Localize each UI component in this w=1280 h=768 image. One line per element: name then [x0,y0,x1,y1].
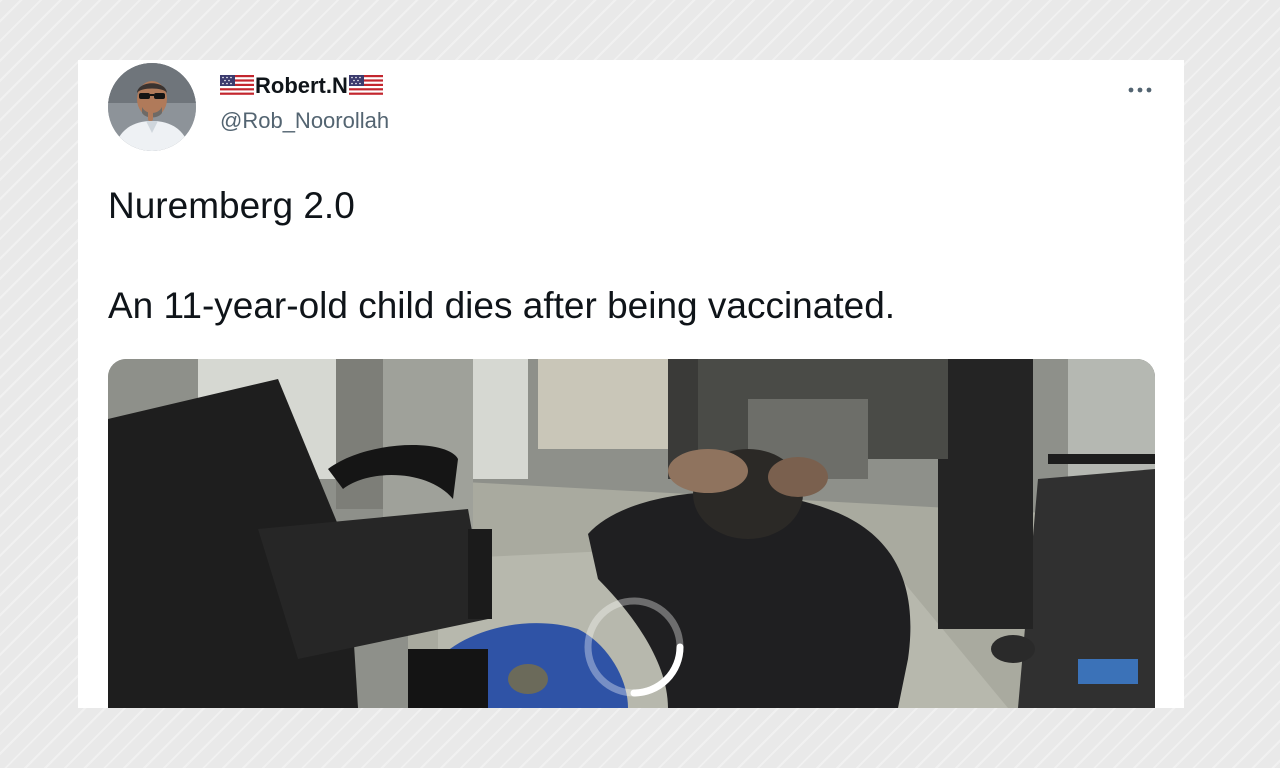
us-flag-icon [348,75,383,97]
tweet-text: Nuremberg 2.0 An 11-year-old child dies … [108,184,1148,328]
us-flag-icon [220,75,254,97]
more-horizontal-icon [1128,70,1152,101]
display-name-row[interactable]: Robert.N [220,71,383,101]
display-name[interactable]: Robert.N [255,73,348,99]
more-options-button[interactable] [1118,70,1162,100]
loading-spinner-icon [576,589,692,705]
tweet-card: Robert.N @Rob_Noorollah Nuremberg 2.0 An… [78,60,1184,708]
avatar[interactable] [108,63,196,151]
tweet-text-line: An 11-year-old child dies after being va… [108,285,896,326]
video-player[interactable] [108,359,1155,708]
user-handle[interactable]: @Rob_Noorollah [220,108,389,134]
tweet-text-line: Nuremberg 2.0 [108,185,355,226]
